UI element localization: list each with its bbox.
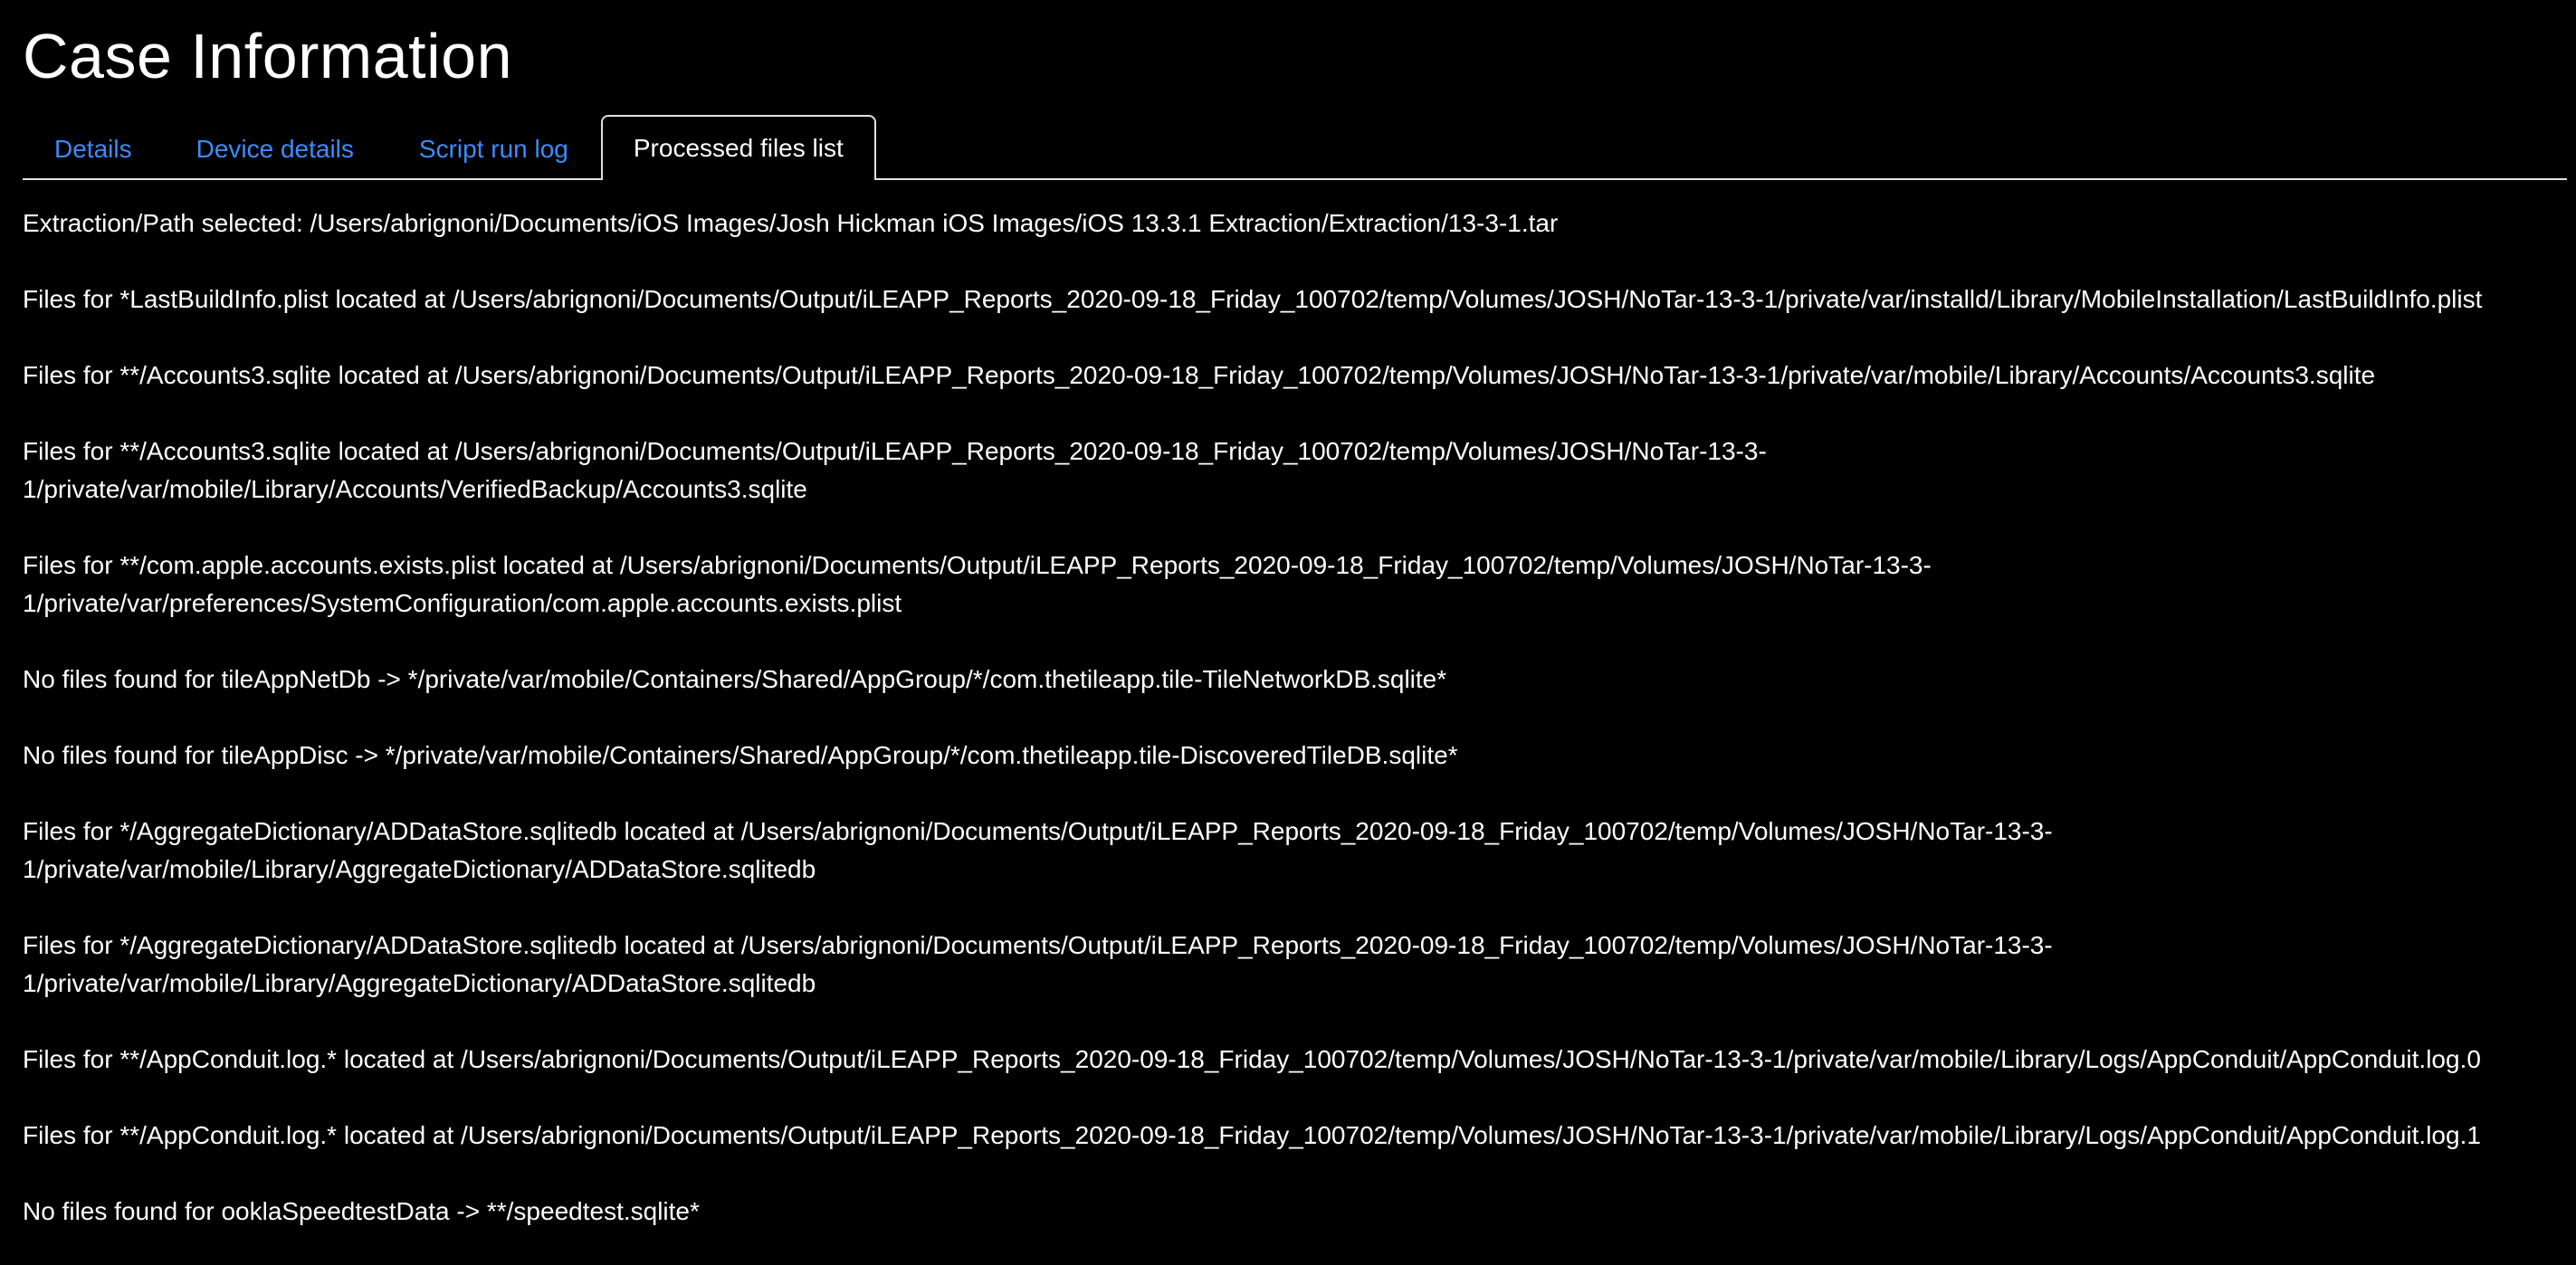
processed-file-line: Files for **/Accounts3.sqlite located at… bbox=[23, 433, 2567, 509]
tab-bar: Details Device details Script run log Pr… bbox=[23, 113, 2567, 180]
line-part-1: Files for */AggregateDictionary/ADDataSt… bbox=[23, 931, 2053, 959]
extraction-path-line: Extraction/Path selected: /Users/abrigno… bbox=[23, 209, 1559, 237]
processed-file-line: Files for **/AppConduit.log.* located at… bbox=[23, 1121, 2481, 1149]
processed-file-line: Files for **/AppConduit.log.* located at… bbox=[23, 1045, 2481, 1073]
line-part-2: 1/private/var/mobile/Library/AggregateDi… bbox=[23, 969, 816, 997]
processed-files-list: Extraction/Path selected: /Users/abrigno… bbox=[23, 204, 2567, 1265]
processed-file-line: Files for *LastBuildInfo.plist located a… bbox=[23, 285, 2483, 313]
processed-file-line: Files for **/com.apple.accounts.exists.p… bbox=[23, 547, 2567, 623]
line-part-2: 1/private/var/mobile/Library/AggregateDi… bbox=[23, 855, 816, 883]
line-part-1: Files for **/com.apple.accounts.exists.p… bbox=[23, 551, 1932, 579]
processed-file-line: Files for */AggregateDictionary/ADDataSt… bbox=[23, 927, 2567, 1003]
tab-device-details[interactable]: Device details bbox=[164, 117, 386, 180]
no-files-found-line: No files found for tileAppDisc -> */priv… bbox=[23, 741, 1458, 769]
processed-file-line: Files for */AggregateDictionary/ADDataSt… bbox=[23, 813, 2567, 889]
line-part-1: Files for */AggregateDictionary/ADDataSt… bbox=[23, 817, 2053, 845]
no-files-found-line: No files found for ooklaSpeedtestData ->… bbox=[23, 1197, 700, 1225]
line-part-1: Files for **/Accounts3.sqlite located at… bbox=[23, 437, 1767, 465]
page-title: Case Information bbox=[23, 21, 513, 91]
tab-script-run-log[interactable]: Script run log bbox=[386, 117, 601, 180]
processed-file-line: Files for **/Accounts3.sqlite located at… bbox=[23, 361, 2376, 389]
no-files-found-line: No files found for tileAppNetDb -> */pri… bbox=[23, 665, 1447, 693]
line-part-2: 1/private/var/mobile/Library/Accounts/Ve… bbox=[23, 475, 807, 503]
tab-details[interactable]: Details bbox=[23, 117, 164, 180]
tab-processed-files-list[interactable]: Processed files list bbox=[600, 115, 876, 180]
line-part-2: 1/private/var/preferences/SystemConfigur… bbox=[23, 589, 902, 617]
